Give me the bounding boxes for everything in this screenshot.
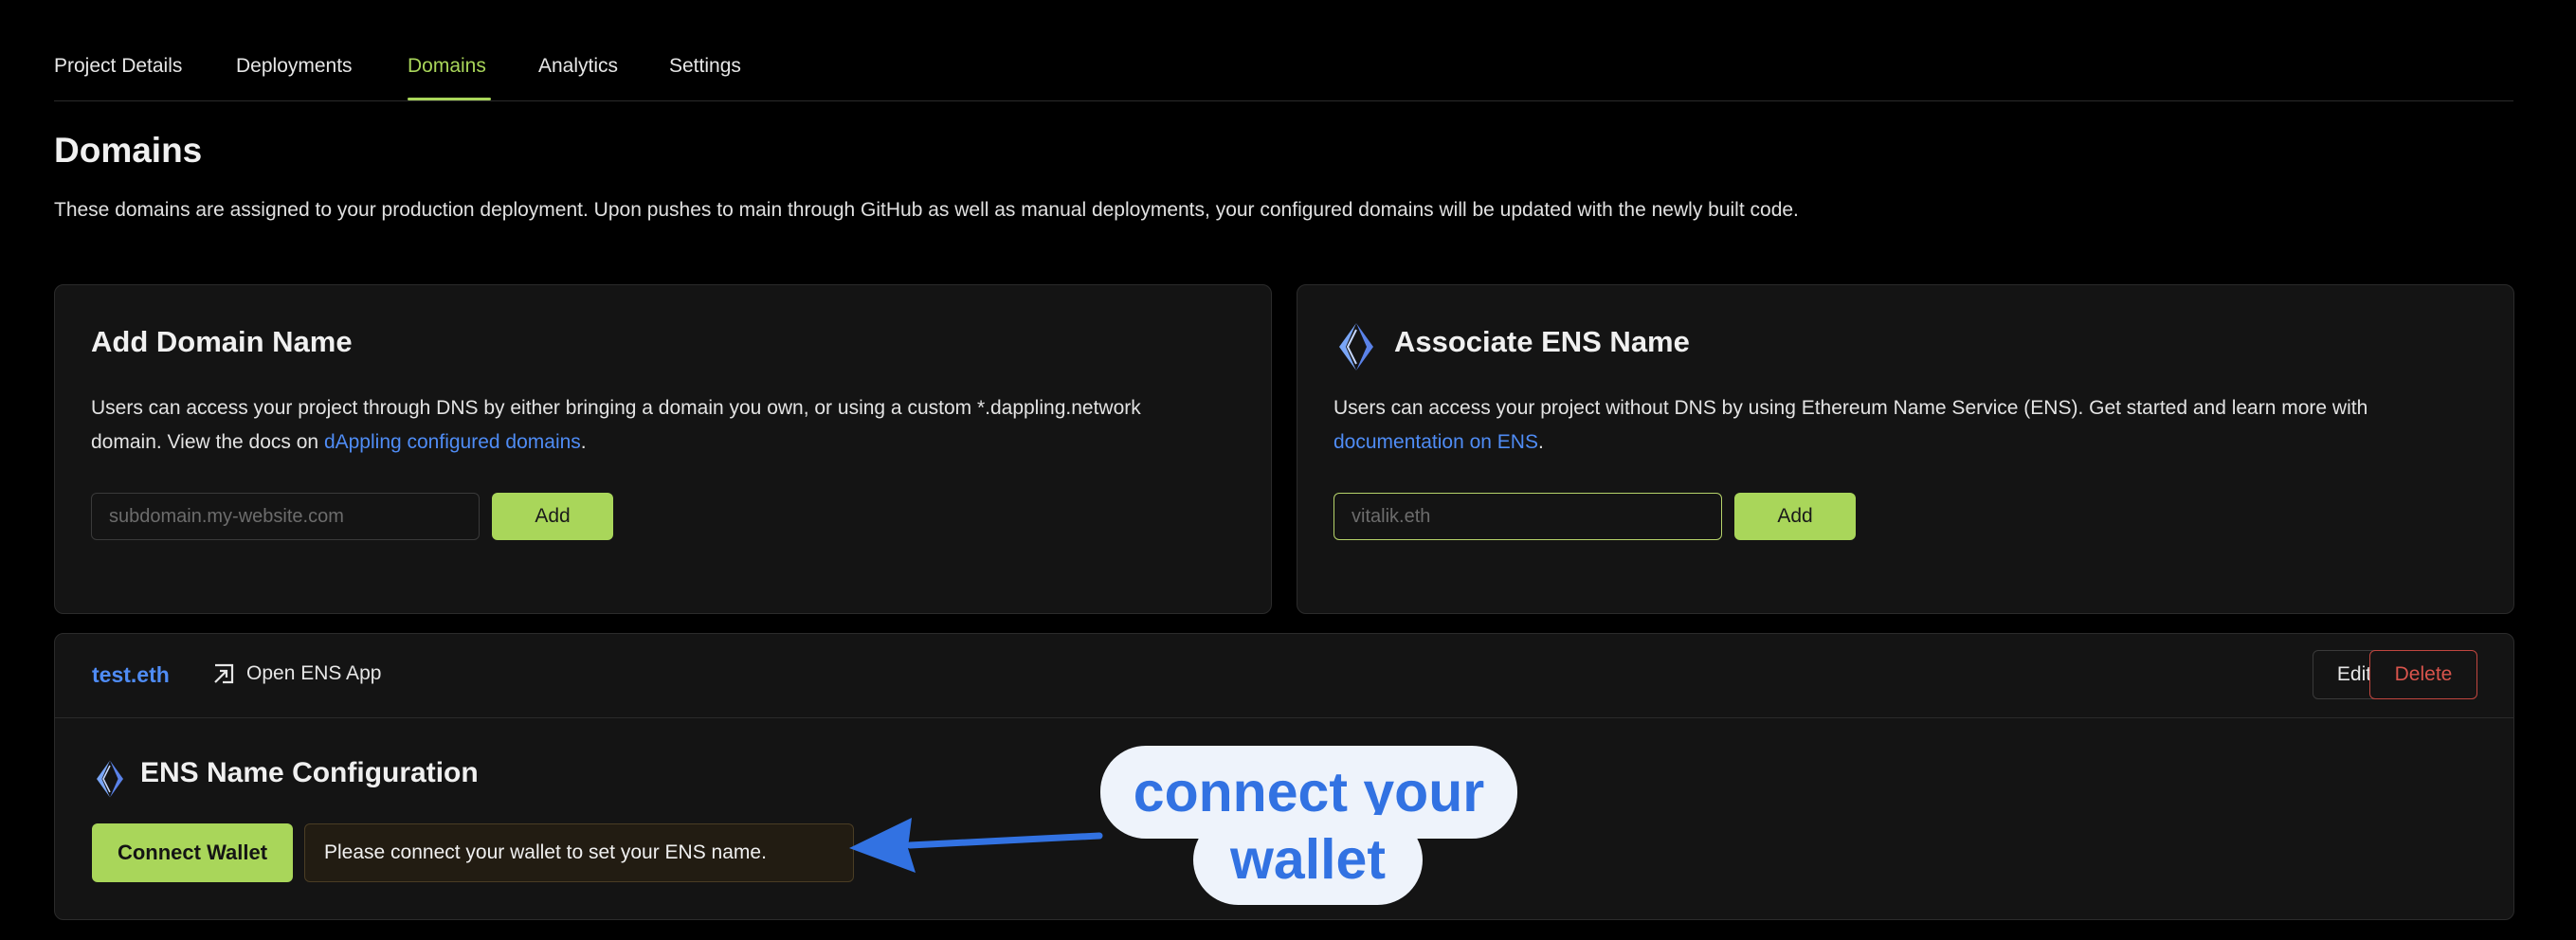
tab-settings[interactable]: Settings <box>669 55 741 78</box>
associate-ens-title: Associate ENS Name <box>1394 325 1690 358</box>
associate-ens-text-line1: Users can access your project without DN… <box>1333 397 2368 419</box>
associate-ens-description: Users can access your project without DN… <box>1333 391 2480 460</box>
external-link-icon <box>214 663 234 684</box>
add-domain-description: Users can access your project through DN… <box>91 391 1238 460</box>
page-title: Domains <box>54 131 203 170</box>
tab-project-details[interactable]: Project Details <box>54 55 182 78</box>
delete-button[interactable]: Delete <box>2369 650 2477 699</box>
ens-name-link[interactable]: test.eth <box>92 662 170 688</box>
associate-ens-card: Associate ENS Name Users can access your… <box>1297 284 2514 614</box>
add-domain-text-suffix: . <box>580 431 587 453</box>
add-domain-button[interactable]: Add <box>492 493 613 540</box>
tab-domains[interactable]: Domains <box>408 55 486 78</box>
wallet-notice: Please connect your wallet to set your E… <box>304 823 854 882</box>
add-domain-text-line1: Users can access your project through DN… <box>91 397 1141 419</box>
open-ens-app-label: Open ENS App <box>246 662 382 684</box>
ens-config-logo-icon <box>97 760 123 798</box>
annotation-arrow-icon <box>849 818 1103 873</box>
dappling-docs-link[interactable]: dAppling configured domains <box>324 431 581 453</box>
active-tab-indicator <box>408 98 491 100</box>
associate-ens-text-suffix: . <box>1537 431 1544 453</box>
ens-config-title: ENS Name Configuration <box>140 757 479 788</box>
add-domain-text-line2: domain. View the docs on <box>91 431 324 453</box>
tab-analytics[interactable]: Analytics <box>538 55 618 78</box>
add-ens-button[interactable]: Add <box>1734 493 1856 540</box>
ens-name-input[interactable] <box>1333 493 1722 540</box>
ens-docs-link[interactable]: documentation on ENS <box>1333 431 1538 453</box>
tab-deployments[interactable]: Deployments <box>236 55 353 78</box>
add-domain-card: Add Domain Name Users can access your pr… <box>54 284 1272 614</box>
tab-bar: Project Details Deployments Domains Anal… <box>54 49 2513 101</box>
ens-entry-header: test.eth Open ENS App Edit Delete <box>55 634 2513 718</box>
connect-wallet-button[interactable]: Connect Wallet <box>92 823 293 882</box>
annotation-bubble-line2: wallet <box>1193 815 1423 905</box>
page-description: These domains are assigned to your produ… <box>54 199 1799 221</box>
domain-input[interactable] <box>91 493 480 540</box>
add-domain-title: Add Domain Name <box>91 325 353 358</box>
open-ens-app-link[interactable]: Open ENS App <box>212 662 381 685</box>
ens-logo-icon <box>1339 323 1373 371</box>
